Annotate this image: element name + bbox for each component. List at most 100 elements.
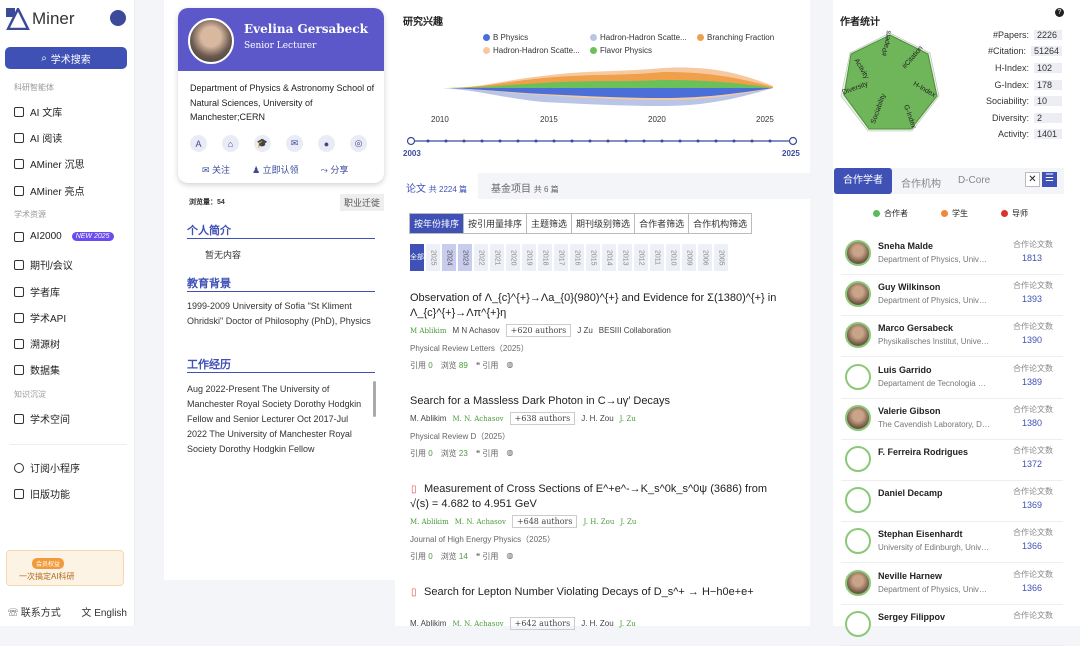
author-link[interactable]: M. N. Achasov [452, 620, 503, 628]
legend-hadron-2[interactable]: Hadron-Hadron Scatte... [483, 46, 580, 55]
avatar[interactable] [845, 569, 871, 596]
author-link[interactable]: M Ablikim [410, 327, 447, 335]
paper-title[interactable]: Measurement of Cross Sections of E^+e^-→… [410, 482, 780, 512]
nav-ai-library[interactable]: AI 文库 [14, 104, 62, 119]
year-chip[interactable]: 2005 [714, 244, 728, 271]
year-chip[interactable]: 2011 [650, 244, 664, 271]
author-link[interactable]: J. Zu [620, 518, 636, 526]
nav-api[interactable]: 学术API [14, 310, 66, 325]
more-authors-button[interactable]: +638 authors [509, 412, 576, 425]
weibo-icon[interactable]: ◎ [350, 135, 367, 152]
globe-icon[interactable]: ◍ [506, 360, 513, 371]
nav-ai-reading[interactable]: AI 阅读 [14, 130, 62, 145]
year-chip[interactable]: 2016 [570, 244, 584, 271]
year-chip[interactable]: 2017 [554, 244, 568, 271]
coauthor-name[interactable]: Valerie Gibson [878, 406, 941, 416]
cite-button[interactable]: ❝ 引用 [476, 360, 499, 371]
avatar[interactable] [845, 240, 871, 266]
year-chip[interactable]: 2020 [506, 244, 520, 271]
coauthor-paper-count[interactable]: 1390 [1022, 335, 1042, 345]
year-all[interactable]: 全部 [410, 244, 424, 271]
coauthor-row[interactable]: Stephan Eisenhardt University of Edinburg… [841, 523, 1063, 564]
more-authors-button[interactable]: +620 authors [505, 324, 572, 337]
education-icon[interactable]: 🎓 [254, 135, 271, 152]
range-handle-end[interactable] [788, 136, 798, 146]
settings-icon[interactable] [110, 10, 126, 26]
work-scrollbar[interactable] [373, 381, 376, 417]
coauthor-row[interactable]: Marco Gersabeck Physikalisches Institut, … [841, 317, 1063, 358]
tab-institutions[interactable]: 合作机构 [901, 175, 941, 190]
coauthor-name[interactable]: Marco Gersabeck [878, 323, 953, 333]
author-link[interactable]: J Zu [577, 326, 593, 335]
coauthor-row[interactable]: F. Ferreira Rodrigues 合作论文数 1372 [841, 441, 1063, 481]
coauthor-name[interactable]: Sneha Malde [878, 241, 933, 251]
cite-button[interactable]: ❝ 引用 [476, 448, 499, 459]
more-authors-button[interactable]: +642 authors [509, 617, 576, 630]
tab-papers[interactable]: 论文 共 2224 篇 [406, 180, 467, 195]
author-link[interactable]: J. Zu [620, 620, 636, 628]
nav-subscribe[interactable]: 订阅小程序 [14, 460, 80, 475]
range-handle-start[interactable] [406, 136, 416, 146]
year-chip[interactable]: 2024 [442, 244, 456, 271]
aminer-profile-icon[interactable]: A [190, 135, 207, 152]
avatar[interactable] [845, 404, 871, 431]
nav-datasets[interactable]: 数据集 [14, 362, 60, 377]
legend-flavor[interactable]: Flavor Physics [590, 46, 652, 55]
year-chip[interactable]: 2010 [666, 244, 680, 271]
nav-trace-tree[interactable]: 溯源树 [14, 336, 60, 351]
author-link[interactable]: J. H. Zou [581, 414, 613, 423]
paper-title[interactable]: Observation of Λ_{c}^{+}→Λa_{0}(980)^{+}… [410, 291, 780, 321]
nav-journals[interactable]: 期刊/会议 [14, 257, 73, 272]
year-chip[interactable]: 2014 [602, 244, 616, 271]
avatar[interactable] [845, 281, 871, 308]
paper-title[interactable]: Search for a Massless Dark Photon in C→u… [410, 394, 780, 409]
year-chip[interactable]: 2019 [522, 244, 536, 271]
homepage-icon[interactable]: ⌂ [222, 135, 239, 152]
coauthor-row[interactable]: Luis Garrido Departament de Tecnologia Pa… [841, 359, 1063, 399]
year-chip[interactable]: 2015 [586, 244, 600, 271]
legend-b-physics[interactable]: B Physics [483, 33, 528, 42]
coauthor-filter[interactable]: 合作者筛选 [635, 214, 690, 233]
author-link[interactable]: M. Ablikim [410, 414, 446, 423]
coauthor-name[interactable]: Daniel Decamp [878, 488, 943, 498]
journal-level-filter[interactable]: 期刊级别筛选 [572, 214, 636, 233]
tab-grants[interactable]: 基金项目 共 6 篇 [491, 180, 559, 195]
coauthor-paper-count[interactable]: 1380 [1022, 418, 1042, 428]
year-chip[interactable]: 2021 [490, 244, 504, 271]
avatar[interactable] [845, 322, 871, 349]
location-icon[interactable]: ● [318, 135, 335, 152]
avatar[interactable] [845, 528, 871, 555]
help-icon[interactable]: ? [1055, 8, 1064, 17]
author-link[interactable]: J. H. Zou [583, 518, 614, 526]
avatar[interactable] [845, 610, 871, 637]
year-chip[interactable]: 2009 [682, 244, 696, 271]
coauthor-row[interactable]: Sneha Malde Department of Physics, Univer… [841, 235, 1063, 275]
year-chip[interactable]: 2013 [618, 244, 632, 271]
nav-ai2000[interactable]: AI2000 NEW 2025 [14, 231, 114, 242]
author-link[interactable]: M N Achasov [453, 326, 500, 335]
coauthor-name[interactable]: Luis Garrido [878, 365, 932, 375]
author-link[interactable]: J. H. Zou [581, 619, 613, 628]
graph-view-icon[interactable]: ✕ [1025, 172, 1040, 187]
nav-aminer-think[interactable]: AMiner 沉思 [14, 156, 84, 171]
coauthor-name[interactable]: Guy Wilkinson [878, 282, 940, 292]
year-chip[interactable]: 2022 [474, 244, 488, 271]
nav-academic-space[interactable]: 学术空间 [14, 411, 70, 426]
share-button[interactable]: ⤳ 分享 [321, 163, 349, 176]
coauthor-paper-count[interactable]: 1369 [1022, 500, 1042, 510]
coauthor-paper-count[interactable]: 1366 [1022, 583, 1042, 593]
coauthor-paper-count[interactable]: 1813 [1022, 253, 1042, 263]
author-link[interactable]: BESIII Collaboration [599, 326, 671, 335]
academic-search-button[interactable]: ⌕ 学术搜索 [5, 47, 127, 69]
author-link[interactable]: M. Ablikim [410, 518, 449, 526]
cite-button[interactable]: ❝ 引用 [476, 551, 499, 562]
year-chip[interactable]: 2023 [458, 244, 472, 271]
list-view-icon[interactable]: ☰ [1042, 172, 1057, 187]
sort-by-year[interactable]: 按年份排序 [410, 214, 465, 233]
nav-legacy[interactable]: 旧版功能 [14, 486, 70, 501]
avatar[interactable] [845, 363, 871, 390]
legend-branching[interactable]: Branching Fraction [697, 33, 774, 42]
year-chip[interactable]: 2018 [538, 244, 552, 271]
follow-button[interactable]: ✉ 关注 [202, 163, 230, 176]
topic-filter[interactable]: 主题筛选 [527, 214, 573, 233]
